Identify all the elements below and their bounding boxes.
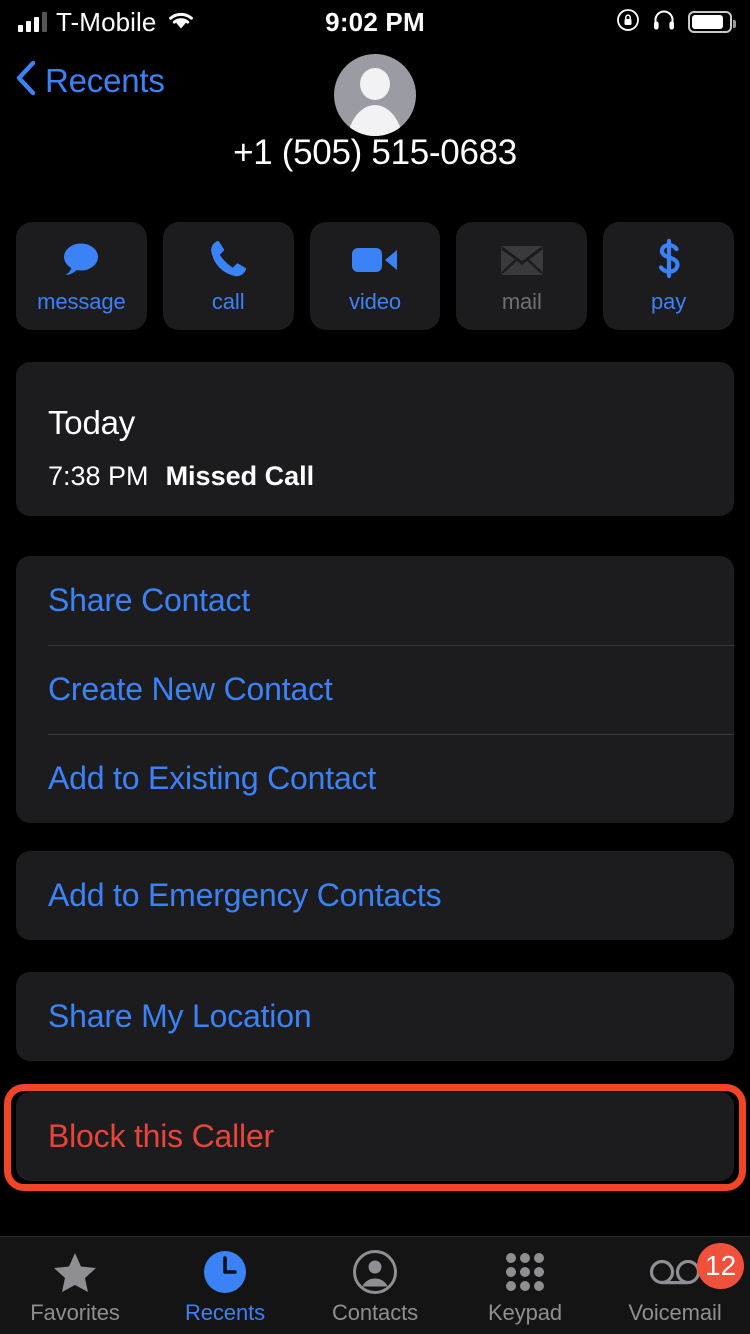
emergency-contacts-card: Add to Emergency Contacts bbox=[16, 851, 734, 940]
dollar-sign-icon bbox=[653, 238, 685, 282]
tab-bar: Favorites Recents Contacts Keypad 12 Voi… bbox=[0, 1236, 750, 1334]
chevron-left-icon bbox=[14, 58, 38, 103]
tab-favorites[interactable]: Favorites bbox=[0, 1249, 150, 1326]
quick-actions-row: message call video mail pay bbox=[16, 222, 734, 330]
block-this-caller-label: Block this Caller bbox=[48, 1118, 275, 1154]
message-bubble-icon bbox=[57, 238, 105, 282]
video-button[interactable]: video bbox=[309, 222, 441, 330]
status-bar-right bbox=[375, 8, 736, 37]
share-my-location-row[interactable]: Share My Location bbox=[16, 972, 734, 1061]
tab-keypad-label: Keypad bbox=[487, 1300, 562, 1325]
tab-contacts[interactable]: Contacts bbox=[300, 1249, 450, 1326]
voicemail-icon bbox=[649, 1249, 701, 1295]
create-new-contact-row[interactable]: Create New Contact bbox=[16, 645, 734, 734]
block-this-caller-row[interactable]: Block this Caller bbox=[16, 1092, 734, 1181]
tab-voicemail-label: Voicemail bbox=[628, 1300, 722, 1325]
share-contact-label: Share Contact bbox=[48, 582, 250, 618]
message-button-label: message bbox=[37, 288, 126, 314]
signal-icon bbox=[18, 12, 47, 32]
avatar-head bbox=[360, 68, 390, 100]
call-history-entry: 7:38 PM Missed Call bbox=[48, 461, 314, 492]
mail-button[interactable]: mail bbox=[456, 222, 588, 330]
person-circle-icon bbox=[352, 1249, 398, 1295]
status-bar-left: T-Mobile bbox=[18, 7, 375, 38]
headphones-icon bbox=[652, 9, 676, 36]
block-caller-card: Block this Caller bbox=[16, 1092, 734, 1181]
video-button-label: video bbox=[348, 288, 402, 314]
tab-contacts-label: Contacts bbox=[331, 1300, 419, 1325]
envelope-icon bbox=[499, 238, 545, 282]
video-camera-icon bbox=[350, 238, 400, 282]
voicemail-badge: 12 bbox=[697, 1243, 745, 1289]
clock-icon bbox=[202, 1249, 248, 1295]
share-contact-row[interactable]: Share Contact bbox=[16, 556, 734, 645]
battery-icon bbox=[688, 11, 736, 33]
phone-app-screen: T-Mobile 9:02 PM Recents +1 (505) 515-06… bbox=[0, 0, 750, 1334]
message-button[interactable]: message bbox=[16, 222, 147, 330]
wifi-icon bbox=[166, 9, 196, 36]
call-history-day: Today bbox=[48, 404, 136, 441]
carrier-label: T-Mobile bbox=[56, 6, 157, 37]
call-history-card: Today 7:38 PM Missed Call bbox=[16, 362, 734, 516]
tab-voicemail[interactable]: 12 Voicemail bbox=[600, 1243, 750, 1326]
avatar-body bbox=[346, 105, 404, 136]
navigation-bar: Recents bbox=[0, 52, 750, 136]
contact-actions-card: Share Contact Create New Contact Add to … bbox=[16, 556, 734, 823]
tab-favorites-label: Favorites bbox=[30, 1300, 120, 1325]
call-history-time: 7:38 PM bbox=[48, 461, 149, 491]
tab-recents[interactable]: Recents bbox=[150, 1249, 300, 1326]
tab-recents-label: Recents bbox=[184, 1300, 265, 1325]
tab-keypad[interactable]: Keypad bbox=[450, 1249, 600, 1326]
rotation-lock-icon bbox=[616, 8, 640, 37]
add-to-existing-contact-row[interactable]: Add to Existing Contact bbox=[16, 734, 734, 823]
mail-button-label: mail bbox=[501, 288, 542, 314]
call-button[interactable]: call bbox=[162, 222, 294, 330]
back-button-recents[interactable]: Recents bbox=[14, 58, 165, 103]
contact-phone-number: +1 (505) 515-0683 bbox=[233, 133, 517, 172]
status-bar: T-Mobile 9:02 PM bbox=[0, 0, 750, 44]
call-button-label: call bbox=[211, 288, 245, 314]
add-to-existing-contact-label: Add to Existing Contact bbox=[48, 760, 377, 796]
keypad-grid-icon bbox=[503, 1249, 547, 1295]
call-history-type: Missed Call bbox=[165, 461, 315, 491]
create-new-contact-label: Create New Contact bbox=[48, 671, 333, 707]
pay-button-label: pay bbox=[651, 288, 687, 314]
contact-avatar[interactable] bbox=[334, 54, 416, 136]
add-to-emergency-contacts-row[interactable]: Add to Emergency Contacts bbox=[16, 851, 734, 940]
back-button-label: Recents bbox=[45, 61, 165, 99]
share-my-location-label: Share My Location bbox=[48, 998, 312, 1034]
add-to-emergency-contacts-label: Add to Emergency Contacts bbox=[48, 877, 442, 913]
phone-handset-icon bbox=[207, 238, 249, 282]
star-icon bbox=[53, 1249, 97, 1295]
share-location-card: Share My Location bbox=[16, 972, 734, 1061]
pay-button[interactable]: pay bbox=[603, 222, 734, 330]
